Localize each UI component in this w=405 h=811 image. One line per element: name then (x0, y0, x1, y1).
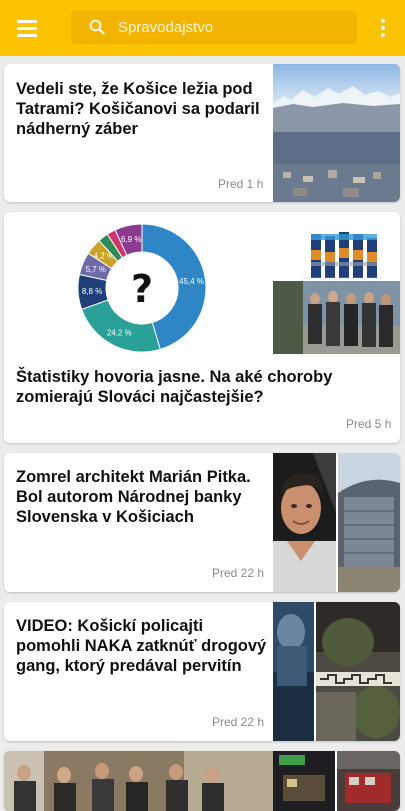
search-icon (89, 19, 105, 35)
article-time: Pred 22 h (212, 715, 265, 729)
pie-data-label: 45,4 % (179, 277, 204, 286)
pie-chart: 45,4 %24,2 %8,8 %5,7 %4,2 %6,9 %? (77, 223, 207, 353)
article-image (273, 64, 400, 202)
chart-image: 45,4 % 24,2 % 8,8 % 5,7 % 4,2 % 6,9 %? (4, 212, 273, 354)
article-image (337, 751, 400, 811)
menu-icon[interactable] (14, 16, 42, 40)
article-card[interactable]: Zomrel architekt Marián Pitka. Bol autor… (4, 453, 400, 592)
article-image (4, 751, 273, 811)
article-image (273, 212, 400, 281)
article-title: VIDEO: Košickí policajti pomohli NAKA za… (16, 617, 267, 675)
article-image (316, 602, 400, 741)
pie-data-label: 6,9 % (121, 235, 141, 244)
question-mark-glyph: ? (131, 267, 153, 311)
article-time: Pred 22 h (212, 566, 265, 580)
article-card[interactable] (4, 751, 400, 811)
article-time: Pred 1 h (218, 177, 264, 191)
article-image (273, 751, 335, 811)
top-app-bar: Spravodajstvo (0, 0, 405, 56)
article-card[interactable]: VIDEO: Košickí policajti pomohli NAKA za… (4, 602, 400, 741)
article-title: Štatistiky hovoria jasne. Na aké choroby… (16, 368, 333, 406)
article-image (338, 453, 400, 592)
article-card[interactable]: Vedeli ste, že Košice ležia pod Tatrami?… (4, 64, 400, 202)
search-placeholder: Spravodajstvo (118, 19, 214, 36)
article-image (273, 453, 336, 592)
article-title: Vedeli ste, že Košice ležia pod Tatrami?… (16, 80, 260, 138)
article-title: Zomrel architekt Marián Pitka. Bol autor… (16, 468, 251, 526)
more-options-icon[interactable] (375, 15, 391, 41)
pie-data-label: 8,8 % (82, 287, 102, 296)
article-image (273, 602, 314, 741)
article-card[interactable]: 45,4 % 24,2 % 8,8 % 5,7 % 4,2 % 6,9 %? Štatis… (4, 212, 400, 443)
search-bar[interactable]: Spravodajstvo (71, 11, 357, 44)
pie-data-label: 5,7 % (86, 265, 106, 274)
article-time: Pred 5 h (346, 417, 392, 431)
pie-data-label: 24,2 % (107, 329, 132, 338)
article-image (273, 281, 400, 354)
